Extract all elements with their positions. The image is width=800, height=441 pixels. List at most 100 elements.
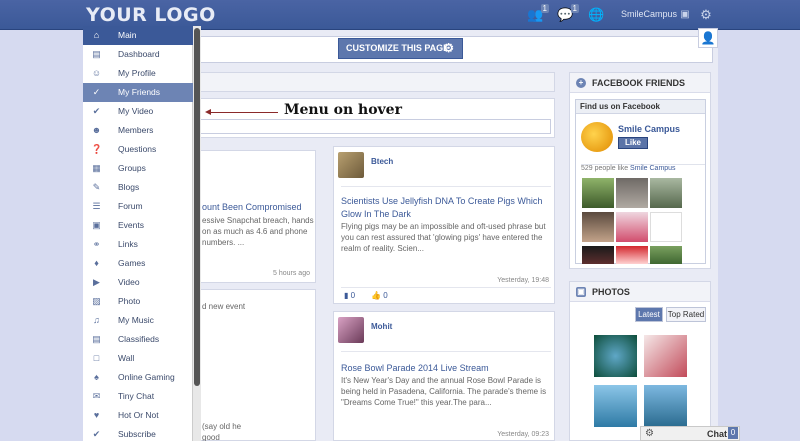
friend-thumbnail[interactable] xyxy=(582,178,614,208)
thumbs-up-icon: 👍 xyxy=(371,291,381,300)
profile-icon: ☺ xyxy=(91,68,102,78)
sidebar-item-games[interactable]: ♦ Games xyxy=(83,254,193,273)
sidebar-item-label: Forum xyxy=(118,201,143,211)
comment-button[interactable]: ▮ 0 xyxy=(344,291,355,300)
feed-card-title[interactable]: Scientists Use Jellyfish DNA To Create P… xyxy=(341,195,553,221)
sidebar-item-subscribe[interactable]: ✔ Subscribe xyxy=(83,425,193,441)
feed-card-title[interactable]: ount Been Compromised xyxy=(202,201,302,214)
friend-thumbnail[interactable] xyxy=(582,246,614,264)
like-count: 0 xyxy=(383,291,388,300)
sidebar-item-label: Groups xyxy=(118,163,146,173)
sidebar-item-members[interactable]: ☻ Members xyxy=(83,121,193,140)
sidebar-item-hot-or-not[interactable]: ♥ Hot Or Not xyxy=(83,406,193,425)
feed-card-left-1: ount Been Compromised essive Snapchat br… xyxy=(193,150,316,283)
groups-icon: ▦ xyxy=(92,163,101,173)
home-icon: ⌂ xyxy=(93,30,100,40)
facebook-like-button[interactable]: Like xyxy=(618,137,648,149)
feed-card-title[interactable]: Rose Bowl Parade 2014 Live Stream xyxy=(341,362,553,375)
menu-scroll-thumb[interactable] xyxy=(194,28,200,386)
page-name-link[interactable]: Smile Campus xyxy=(618,124,680,134)
friend-thumbnail[interactable] xyxy=(616,178,648,208)
friend-thumbnail[interactable] xyxy=(650,246,682,264)
classifieds-icon: ▤ xyxy=(92,334,101,344)
photo-thumbnail[interactable] xyxy=(644,335,687,377)
feed-card-time: 5 hours ago xyxy=(273,270,310,277)
sidebar-item-video[interactable]: ▶ Video xyxy=(83,273,193,292)
sidebar-item-photo[interactable]: ▨ Photo xyxy=(83,292,193,311)
sidebar-item-groups[interactable]: ▦ Groups xyxy=(83,159,193,178)
sidebar-item-online-gaming[interactable]: ♠ Online Gaming xyxy=(83,368,193,387)
facebook-like-box: Find us on Facebook Smile Campus Like 52… xyxy=(575,99,706,264)
friend-thumbnail[interactable] xyxy=(650,212,682,242)
friend-thumbnail[interactable] xyxy=(616,246,648,264)
tab-top-rated[interactable]: Top Rated xyxy=(666,307,706,322)
feed-card-text: Flying pigs may be an impossible and oft… xyxy=(341,222,546,253)
sidebar-item-classifieds[interactable]: ▤ Classifieds xyxy=(83,330,193,349)
photo-thumbnail[interactable] xyxy=(594,385,637,427)
sidebar-item-label: Dashboard xyxy=(118,49,160,59)
sidebar-item-main[interactable]: ⌂ Main xyxy=(83,26,193,45)
sidebar-item-blogs[interactable]: ✎ Blogs xyxy=(83,178,193,197)
feed-card: Mohit Rose Bowl Parade 2014 Live Stream … xyxy=(333,311,555,441)
sidebar-item-tiny-chat[interactable]: ✉ Tiny Chat xyxy=(83,387,193,406)
like-button[interactable]: 👍 0 xyxy=(371,291,388,300)
chat-settings-gear-icon[interactable]: ⚙ xyxy=(645,428,654,439)
sidebar-item-events[interactable]: ▣ Events xyxy=(83,216,193,235)
music-icon: ♫ xyxy=(93,315,100,325)
wall-icon: □ xyxy=(93,353,100,363)
sidebar-item-label: My Video xyxy=(118,106,154,116)
chat-icon: ✉ xyxy=(92,391,101,401)
friend-thumbnail[interactable] xyxy=(582,212,614,242)
sidebar-item-wall[interactable]: □ Wall xyxy=(83,349,193,368)
sidebar-item-label: Subscribe xyxy=(118,429,156,439)
customize-page-button[interactable]: CUSTOMIZE THIS PAGE ⚙ xyxy=(338,38,463,59)
avatar[interactable] xyxy=(338,317,364,343)
feed-card-left-2: d new event (say old he good xyxy=(193,289,316,441)
sidebar-item-forum[interactable]: ☰ Forum xyxy=(83,197,193,216)
video-check-icon: ✔ xyxy=(92,106,101,116)
games-icon: ♦ xyxy=(94,258,99,268)
status-textarea[interactable] xyxy=(199,119,551,134)
menu-hover-annotation: Menu on hover xyxy=(284,102,402,118)
sidebar-item-my-music[interactable]: ♫ My Music xyxy=(83,311,193,330)
chat-label[interactable]: Chat xyxy=(707,429,727,439)
account-card-icon[interactable]: ▣ xyxy=(677,7,693,23)
sidebar-item-links[interactable]: ⚭ Links xyxy=(83,235,193,254)
sidebar-item-label: My Friends xyxy=(118,87,161,97)
sidebar-item-dashboard[interactable]: ▤ Dashboard xyxy=(83,45,193,64)
notifications-globe-icon[interactable]: 🌐 xyxy=(588,7,604,23)
page-logo[interactable] xyxy=(581,122,613,152)
tab-latest[interactable]: Latest xyxy=(635,307,663,322)
sidebar-item-questions[interactable]: ❓ Questions xyxy=(83,140,193,159)
sidebar-item-label: Links xyxy=(118,239,138,249)
sidebar-item-label: Games xyxy=(118,258,146,268)
divider xyxy=(341,186,551,187)
people-like-page[interactable]: Smile Campus xyxy=(630,165,676,172)
feed-card-text: essive Snapchat breach, hands on as much… xyxy=(202,216,314,247)
settings-gear-icon[interactable]: ⚙ xyxy=(698,7,714,23)
user-name-link[interactable]: SmileCampus xyxy=(621,9,677,19)
messages-icon[interactable]: 💬 1 xyxy=(557,4,579,23)
sidebar-item-label: Hot Or Not xyxy=(118,410,159,420)
friend-thumbnail[interactable] xyxy=(616,212,648,242)
sidebar-item-my-profile[interactable]: ☺ My Profile xyxy=(83,64,193,83)
feed-user-name[interactable]: Mohit xyxy=(371,322,392,331)
photos-panel: ▣ PHOTOS xyxy=(569,281,711,441)
sidebar-item-my-video[interactable]: ✔ My Video xyxy=(83,102,193,121)
feed-card-text: (say old he good xyxy=(202,422,242,441)
panel-title: PHOTOS xyxy=(592,287,630,297)
avatar[interactable] xyxy=(338,152,364,178)
friend-requests-icon[interactable]: 👥 1 xyxy=(527,4,549,23)
sidebar-item-label: Events xyxy=(118,220,144,230)
friend-thumbnail[interactable] xyxy=(650,178,682,208)
photo-thumbnail[interactable] xyxy=(644,385,687,427)
feed-user-name[interactable]: Btech xyxy=(371,157,393,166)
customize-page-label: CUSTOMIZE THIS PAGE xyxy=(346,43,450,53)
blogs-icon: ✎ xyxy=(92,182,101,192)
divider xyxy=(341,287,551,288)
profile-toggle-button[interactable]: 👤 xyxy=(698,28,718,48)
status-panel-header xyxy=(193,72,555,92)
site-logo[interactable]: YOUR LOGO xyxy=(86,4,216,26)
sidebar-item-my-friends[interactable]: ✓ My Friends xyxy=(83,83,193,102)
photo-thumbnail[interactable] xyxy=(594,335,637,377)
